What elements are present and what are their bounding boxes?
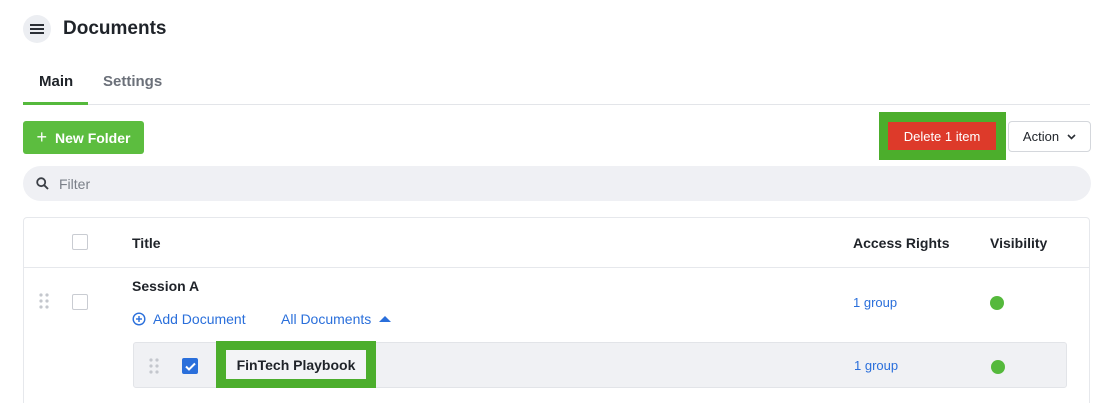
add-circle-icon bbox=[132, 312, 146, 326]
session-access-rights-link[interactable]: 1 group bbox=[853, 295, 897, 310]
checkmark-icon bbox=[184, 362, 196, 371]
header-divider bbox=[24, 267, 1089, 268]
drag-handle-icon[interactable] bbox=[149, 358, 159, 374]
tab-settings[interactable]: Settings bbox=[103, 73, 162, 90]
add-document-label: Add Document bbox=[153, 311, 246, 327]
all-documents-label: All Documents bbox=[281, 311, 372, 327]
new-folder-button[interactable]: + New Folder bbox=[23, 121, 144, 154]
column-header-visibility: Visibility bbox=[990, 235, 1048, 251]
page-title: Documents bbox=[63, 18, 167, 39]
drag-handle-icon[interactable] bbox=[39, 293, 49, 309]
column-header-title: Title bbox=[132, 235, 161, 251]
document-title[interactable]: FinTech Playbook bbox=[226, 350, 366, 379]
caret-up-icon bbox=[379, 316, 392, 322]
session-checkbox[interactable] bbox=[72, 294, 88, 310]
column-header-access-rights: Access Rights bbox=[853, 235, 950, 251]
search-icon bbox=[36, 177, 49, 190]
add-document-link[interactable]: Add Document bbox=[132, 311, 246, 327]
document-visibility-indicator[interactable] bbox=[991, 360, 1005, 374]
session-visibility-indicator[interactable] bbox=[990, 296, 1004, 310]
menu-button[interactable] bbox=[23, 15, 51, 43]
tab-bar: Main Settings bbox=[23, 62, 1090, 105]
document-access-rights-link[interactable]: 1 group bbox=[854, 358, 898, 373]
active-tab-indicator bbox=[23, 102, 88, 105]
filter-bar bbox=[23, 166, 1091, 201]
new-folder-label: New Folder bbox=[55, 129, 131, 146]
action-label: Action bbox=[1022, 129, 1060, 144]
hamburger-menu-icon bbox=[30, 24, 44, 34]
session-title: Session A bbox=[132, 278, 200, 294]
select-all-checkbox[interactable] bbox=[72, 234, 88, 250]
action-dropdown-button[interactable]: Action bbox=[1008, 121, 1091, 152]
chevron-down-icon bbox=[1067, 133, 1076, 140]
document-checkbox[interactable] bbox=[182, 358, 198, 374]
filter-input[interactable] bbox=[59, 166, 1059, 201]
tab-main[interactable]: Main bbox=[39, 73, 73, 90]
plus-icon: + bbox=[36, 126, 48, 147]
all-documents-toggle[interactable]: All Documents bbox=[281, 311, 392, 327]
delete-items-button[interactable]: Delete 1 item bbox=[888, 122, 996, 150]
documents-table: Title Access Rights Visibility Session A… bbox=[23, 217, 1090, 403]
